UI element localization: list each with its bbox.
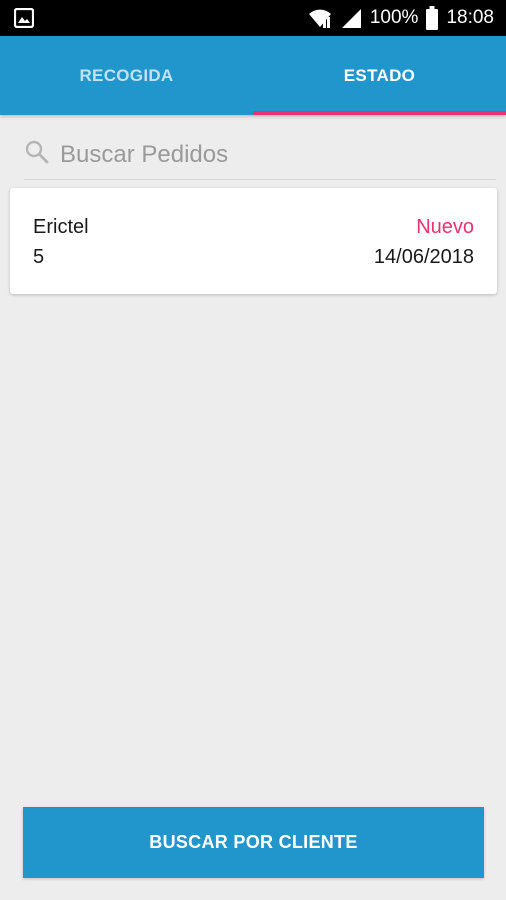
status-left (14, 8, 34, 28)
order-card[interactable]: Erictel Nuevo 5 14/06/2018 (10, 188, 497, 294)
order-client: Erictel (33, 215, 89, 238)
tab-bar: RECOGIDA ESTADO (0, 36, 506, 115)
image-icon (14, 8, 34, 28)
tab-estado[interactable]: ESTADO (253, 36, 506, 115)
status-bar: 100% 18:08 (0, 0, 506, 36)
order-date: 14/06/2018 (373, 245, 474, 268)
order-row-bottom: 5 14/06/2018 (33, 242, 474, 272)
order-status: Nuevo (416, 215, 474, 238)
status-right: 100% 18:08 (308, 6, 494, 30)
battery-icon (426, 6, 439, 30)
search-by-client-button[interactable]: BUSCAR POR CLIENTE (23, 807, 484, 878)
search-bar (24, 130, 496, 180)
tab-recogida[interactable]: RECOGIDA (0, 36, 253, 115)
order-number: 5 (33, 245, 45, 268)
clock: 18:08 (446, 7, 494, 28)
search-icon (24, 139, 50, 170)
signal-icon (340, 7, 362, 29)
battery-percent: 100% (369, 7, 419, 28)
order-row-top: Erictel Nuevo (33, 212, 474, 242)
search-input[interactable] (60, 134, 496, 175)
wifi-icon (308, 7, 332, 29)
